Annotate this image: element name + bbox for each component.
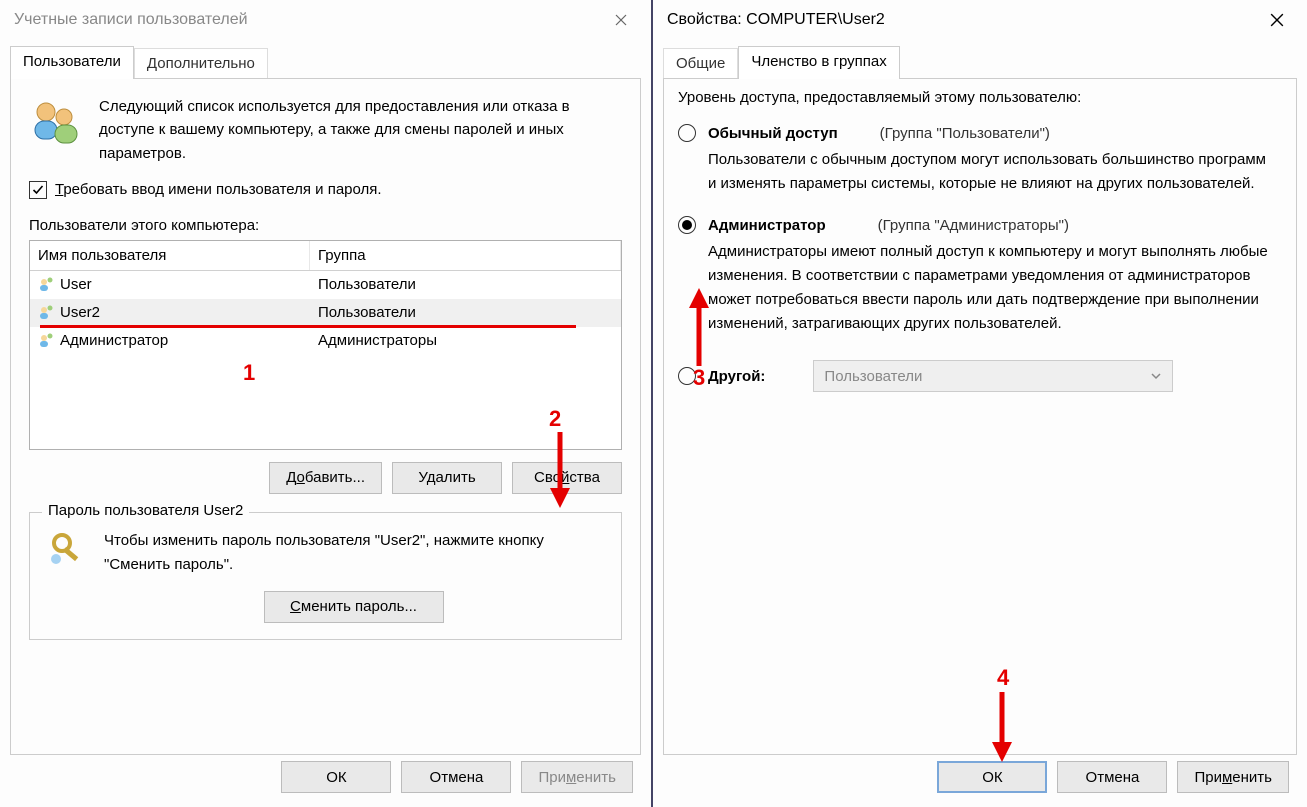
radio-icon: [678, 216, 696, 234]
intro-text: Следующий список используется для предос…: [99, 95, 622, 165]
require-creds-checkbox[interactable]: Требовать ввод имени пользователя и паро…: [29, 181, 622, 199]
user-properties-window: Свойства: COMPUTER\User2 Общие Членство …: [653, 0, 1307, 807]
close-button-right[interactable]: [1257, 4, 1297, 36]
radio-standard-group: (Группа "Пользователи"): [880, 125, 1050, 142]
checkmark-icon: [32, 184, 44, 196]
window-title-right: Свойства: COMPUTER\User2: [667, 11, 1257, 29]
groupbox-text: Чтобы изменить пароль пользователя "User…: [104, 529, 603, 577]
cell-name: User: [60, 276, 92, 293]
chevron-down-icon: [1150, 370, 1162, 382]
user-icon: [38, 305, 54, 321]
tab-membership[interactable]: Членство в группах: [738, 46, 899, 79]
checkbox-box: [29, 181, 47, 199]
access-level-label: Уровень доступа, предоставляемый этому п…: [678, 89, 1274, 106]
list-row-user2[interactable]: User2 Пользователи: [30, 299, 621, 327]
tab-advanced[interactable]: Дополнительно: [134, 48, 268, 78]
close-icon: [1270, 13, 1284, 27]
apply-button-left: Применить: [521, 761, 633, 793]
users-icon: [29, 95, 81, 147]
tab-body-membership: Уровень доступа, предоставляемый этому п…: [663, 78, 1297, 755]
users-list-label: Пользователи этого компьютера:: [29, 217, 622, 234]
users-listview[interactable]: Имя пользователя Группа User Пользовател…: [29, 240, 622, 450]
cell-group: Пользователи: [310, 274, 621, 295]
add-button[interactable]: Добавить...: [269, 462, 382, 494]
cancel-button-left[interactable]: Отмена: [401, 761, 511, 793]
radio-admin-group: (Группа "Администраторы"): [878, 217, 1069, 234]
radio-standard-label: Обычный доступ: [708, 125, 838, 142]
list-row-user[interactable]: User Пользователи: [30, 271, 621, 299]
column-header-group[interactable]: Группа: [310, 241, 621, 270]
user-accounts-window: Учетные записи пользователей Пользовател…: [0, 0, 653, 807]
apply-button-right[interactable]: Применить: [1177, 761, 1289, 793]
titlebar-right: Свойства: COMPUTER\User2: [653, 0, 1307, 40]
key-icon: [48, 529, 88, 569]
radio-admin-label: Администратор: [708, 217, 826, 234]
tab-body-users: Следующий список используется для предос…: [10, 78, 641, 755]
require-creds-label: Требовать ввод имени пользователя и паро…: [55, 181, 382, 198]
radio-administrator[interactable]: Администратор (Группа "Администраторы"): [678, 216, 1274, 234]
other-group-combo[interactable]: Пользователи: [813, 360, 1173, 392]
password-groupbox: Пароль пользователя User2 Чтобы изменить…: [29, 512, 622, 640]
cell-name: User2: [60, 304, 100, 321]
user-icon: [38, 277, 54, 293]
cell-name: Администратор: [60, 332, 168, 349]
user-icon: [38, 333, 54, 349]
radio-icon: [678, 367, 696, 385]
change-password-button[interactable]: Сменить пароль...: [264, 591, 444, 623]
radio-other[interactable]: Другой: Пользователи: [678, 360, 1274, 392]
cell-group: Пользователи: [310, 302, 621, 323]
remove-button[interactable]: Удалить: [392, 462, 502, 494]
combo-value: Пользователи: [824, 368, 922, 385]
titlebar-left: Учетные записи пользователей: [0, 0, 651, 40]
tab-general[interactable]: Общие: [663, 48, 738, 78]
close-button-left[interactable]: [601, 4, 641, 36]
tabs-right: Общие Членство в группах: [663, 46, 1297, 78]
radio-admin-desc: Администраторы имеют полный доступ к ком…: [708, 240, 1274, 336]
groupbox-title: Пароль пользователя User2: [42, 502, 249, 519]
radio-icon: [678, 124, 696, 142]
properties-button[interactable]: Свойства: [512, 462, 622, 494]
radio-standard-desc: Пользователи с обычным доступом могут ис…: [708, 148, 1274, 196]
list-row-admin[interactable]: Администратор Администраторы: [30, 327, 621, 355]
close-icon: [615, 14, 627, 26]
radio-standard-access[interactable]: Обычный доступ (Группа "Пользователи"): [678, 124, 1274, 142]
ok-button-left[interactable]: ОК: [281, 761, 391, 793]
radio-other-label: Другой:: [708, 368, 765, 385]
cell-group: Администраторы: [310, 330, 621, 351]
window-title-left: Учетные записи пользователей: [14, 11, 601, 29]
tabs-left: Пользователи Дополнительно: [10, 46, 641, 78]
ok-button-right[interactable]: ОК: [937, 761, 1047, 793]
cancel-button-right[interactable]: Отмена: [1057, 761, 1167, 793]
tab-users[interactable]: Пользователи: [10, 46, 134, 79]
column-header-name[interactable]: Имя пользователя: [30, 241, 310, 270]
